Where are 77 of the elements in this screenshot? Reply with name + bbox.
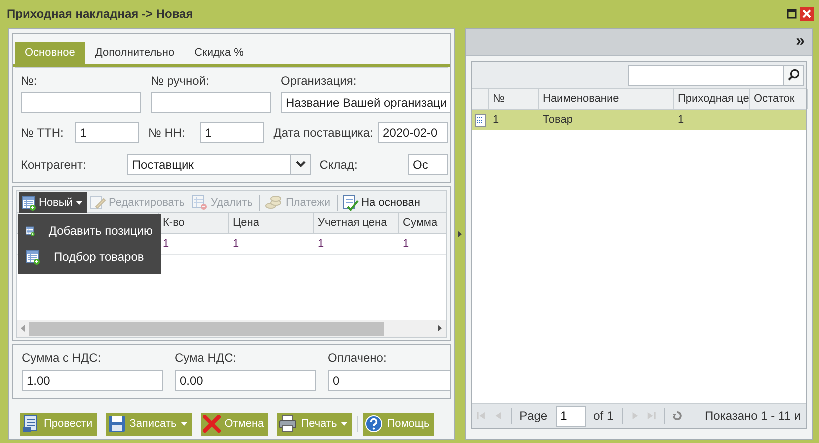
column-header: №	[489, 89, 539, 109]
page-count: of 1	[594, 409, 614, 423]
printer-icon	[279, 415, 298, 434]
refresh-icon[interactable]	[673, 411, 682, 421]
column-header: Остаток	[750, 89, 808, 109]
field-label: Контрагент:	[21, 158, 86, 172]
window-title: Приходная накладная -> Новая	[7, 7, 194, 21]
table-cell-text: 1	[402, 237, 410, 252]
next-page-icon[interactable]	[630, 411, 640, 421]
search-button[interactable]	[784, 64, 804, 86]
document-check-icon	[342, 195, 359, 212]
page-label: Page	[520, 409, 548, 423]
table-cell-text: Товар	[542, 113, 574, 128]
amount-field[interactable]: 1.00	[22, 370, 163, 392]
field-label: Сумма с НДС:	[22, 351, 102, 366]
manual-number-field[interactable]	[151, 92, 271, 113]
collapse-button[interactable]: »	[796, 33, 805, 51]
document-icon	[475, 114, 486, 126]
menu-item[interactable]: Подбор товаров	[18, 244, 161, 270]
tab[interactable]: Дополнительно	[85, 42, 185, 64]
column-header: Цена	[229, 213, 314, 234]
field-label: № ручной:	[151, 74, 210, 88]
field-label: Сума НДС:	[175, 351, 238, 366]
table-cell-text: 1	[162, 237, 170, 252]
table-row[interactable]: 1 Товар 1	[472, 110, 806, 130]
warehouse-field[interactable]: Ос	[408, 154, 448, 175]
page-field[interactable]: 1	[556, 406, 586, 426]
dropdown-button[interactable]	[291, 154, 312, 175]
table-cell-text: 1	[677, 113, 686, 128]
nn-field[interactable]: 1	[200, 122, 264, 143]
remove-table-icon	[192, 195, 208, 212]
paging-status: Показано 1 - 11 и	[705, 409, 802, 423]
table-cell-text: 1	[317, 237, 326, 252]
pencil-icon	[90, 195, 106, 212]
field-label: №:	[21, 74, 38, 88]
organization-field[interactable]: Название Вашей организаци	[281, 92, 450, 113]
contragent-field[interactable]: Поставщик	[127, 154, 292, 175]
caret-icon	[180, 422, 188, 426]
column-header: Наименование	[539, 89, 674, 109]
menu-item[interactable]: Добавить позицию	[18, 218, 161, 244]
add-table-icon	[26, 250, 40, 265]
date-field[interactable]: 2020-02-0	[378, 122, 448, 143]
chevron-icon	[296, 161, 306, 168]
first-page-icon[interactable]	[477, 411, 486, 421]
caret-icon	[341, 422, 348, 426]
field-label: Организация:	[281, 74, 358, 88]
ttn-field[interactable]: 1	[75, 122, 140, 143]
field-label: № НН:	[148, 126, 186, 140]
maximize-icon[interactable]	[787, 9, 797, 19]
scrollbar-thumb[interactable]	[29, 322, 384, 336]
document-icon	[22, 415, 40, 434]
field-label: Оплачено:	[328, 351, 388, 366]
field-label: Дата поставщика:	[274, 126, 374, 140]
collapse-arrow-icon[interactable]	[458, 230, 462, 238]
amount-field[interactable]: 0	[328, 370, 450, 392]
column-header: Приходная це	[674, 89, 750, 109]
search-field[interactable]	[628, 64, 784, 86]
field-label: № ТТН:	[21, 126, 64, 140]
toolbar-button[interactable]: Новый	[19, 192, 87, 214]
number-field[interactable]	[21, 92, 141, 113]
scroll-right-icon[interactable]	[438, 325, 442, 332]
search-icon	[788, 69, 800, 81]
column-header: Учетная цена	[314, 213, 399, 234]
close-icon[interactable]	[800, 7, 814, 21]
amount-field[interactable]: 0.00	[175, 370, 316, 392]
table-cell-text: 1	[492, 113, 500, 128]
previous-page-icon[interactable]	[494, 411, 503, 421]
add-table-icon	[22, 196, 36, 211]
tab[interactable]: Скидка %	[184, 42, 254, 64]
field-label: Склад:	[320, 158, 358, 172]
table-cell-text: 1	[232, 237, 240, 252]
help-icon	[365, 415, 384, 434]
scroll-left-icon[interactable]	[21, 325, 25, 332]
last-page-icon[interactable]	[647, 411, 656, 421]
cross-icon	[202, 415, 221, 434]
caret-icon	[76, 201, 83, 206]
coins-icon	[264, 195, 283, 212]
